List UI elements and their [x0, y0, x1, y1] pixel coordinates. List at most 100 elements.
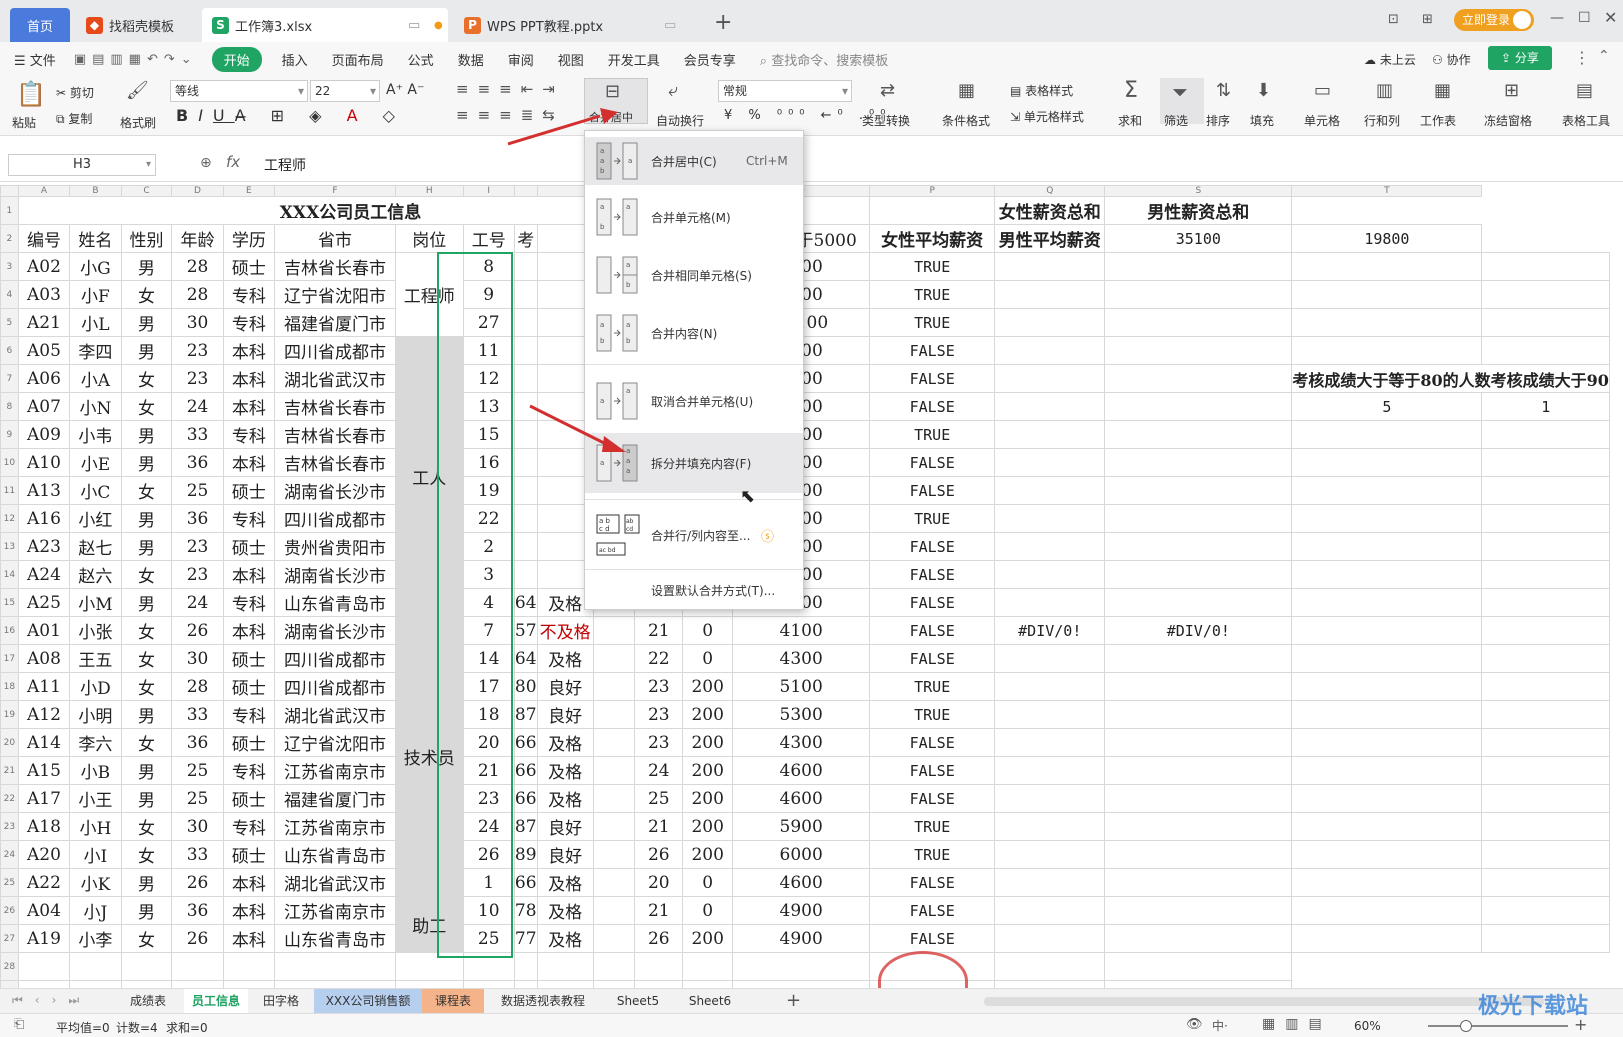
cell[interactable]: FALSE — [869, 896, 996, 925]
cell[interactable]: 24 — [171, 392, 224, 421]
cell[interactable] — [171, 952, 224, 981]
cell[interactable]: 22 — [634, 644, 684, 673]
row-header[interactable]: 28 — [0, 952, 19, 981]
cell[interactable] — [513, 952, 538, 981]
cell[interactable]: TRUE — [869, 280, 996, 309]
column-header[interactable]: S — [1104, 185, 1293, 197]
female-sum-value[interactable]: 35100 — [1104, 224, 1293, 253]
menu-view[interactable]: 视图 — [546, 50, 596, 69]
number-format-select[interactable]: 常规 ▾ — [718, 80, 852, 102]
row-header[interactable]: 17 — [0, 644, 19, 673]
cell[interactable]: 及格 — [536, 868, 594, 897]
cell[interactable] — [1104, 756, 1293, 785]
cell[interactable] — [1291, 756, 1483, 785]
exam-value-2[interactable]: 1 — [1481, 392, 1610, 421]
cell[interactable]: TRUE — [869, 420, 996, 449]
cell[interactable] — [120, 980, 173, 988]
cell[interactable]: 3 — [462, 560, 515, 589]
cell[interactable]: 17 — [462, 672, 515, 701]
cell[interactable]: 200 — [682, 812, 734, 841]
cell[interactable] — [1481, 308, 1610, 337]
cell[interactable]: 小张 — [69, 616, 122, 645]
cell[interactable]: 0 — [682, 616, 734, 645]
type-convert-icon[interactable]: ⇄ — [880, 80, 895, 101]
cell[interactable] — [1104, 392, 1293, 421]
cell[interactable]: 5900 — [732, 812, 871, 841]
cell[interactable]: 四川省成都市 — [274, 336, 396, 365]
cell[interactable]: FALSE — [869, 532, 996, 561]
cell[interactable]: 9 — [462, 280, 515, 309]
cell[interactable] — [1291, 812, 1483, 841]
cell[interactable]: TRUE — [869, 504, 996, 533]
cell[interactable] — [1104, 812, 1293, 841]
cell[interactable] — [69, 980, 122, 988]
column-header[interactable]: T — [1291, 185, 1483, 197]
cell[interactable] — [513, 448, 538, 477]
cell[interactable]: 5100 — [732, 672, 871, 701]
column-header[interactable]: F — [274, 185, 396, 197]
cell[interactable] — [513, 364, 538, 393]
zoom-level[interactable]: 60% — [1354, 1019, 1381, 1033]
sheet-tab[interactable]: Sheet6 — [674, 989, 746, 1014]
female-avg-header[interactable]: 女性平均薪资 — [869, 224, 996, 253]
cell[interactable] — [513, 532, 538, 561]
table-tool-button[interactable]: 表格工具 — [1562, 112, 1610, 129]
cell[interactable]: 硕士 — [222, 476, 276, 505]
command-search[interactable]: ⌕ 查找命令、搜索模板 — [748, 50, 900, 69]
cell[interactable]: 11 — [462, 336, 515, 365]
column-title-cell[interactable]: 年龄 — [171, 224, 224, 253]
cell[interactable] — [513, 336, 538, 365]
cell[interactable]: 良好 — [536, 812, 594, 841]
cell[interactable] — [869, 196, 996, 225]
cell[interactable]: 26 — [462, 840, 515, 869]
cell[interactable]: 女 — [120, 392, 173, 421]
cell[interactable] — [1291, 532, 1483, 561]
cell[interactable]: 25 — [171, 476, 224, 505]
row-header[interactable]: 6 — [0, 336, 19, 365]
cell[interactable]: 14 — [462, 644, 515, 673]
cell[interactable]: 36 — [171, 504, 224, 533]
cell[interactable] — [994, 560, 1106, 589]
share-button[interactable]: ⇪ 分享 — [1488, 46, 1552, 70]
cell[interactable]: 12 — [462, 364, 515, 393]
cell[interactable]: 200 — [682, 700, 734, 729]
cell[interactable]: 4600 — [732, 868, 871, 897]
cell[interactable]: 16 — [462, 448, 515, 477]
menu-formula[interactable]: 公式 — [396, 50, 446, 69]
cell[interactable] — [1291, 840, 1483, 869]
cell[interactable]: 28 — [171, 252, 224, 281]
cell[interactable]: FALSE — [869, 560, 996, 589]
copy-button[interactable]: ⧉ 复制 — [56, 110, 92, 127]
column-header[interactable]: A — [17, 185, 71, 197]
cell[interactable]: 本科 — [222, 336, 276, 365]
cell[interactable] — [1104, 560, 1293, 589]
cell[interactable]: 66 — [513, 784, 538, 813]
menu-member[interactable]: 会员专享 — [672, 50, 748, 69]
cell[interactable] — [17, 952, 71, 981]
cell[interactable] — [592, 616, 636, 645]
cell[interactable] — [1291, 644, 1483, 673]
column-title-cell[interactable]: 省市 — [274, 224, 396, 253]
freeze-panes-icon[interactable]: ⊞ — [1504, 80, 1519, 101]
cell[interactable]: 男 — [120, 868, 173, 897]
minimize-icon[interactable]: — — [1550, 10, 1564, 26]
cell[interactable]: FALSE — [869, 756, 996, 785]
row-header[interactable]: 25 — [0, 868, 19, 897]
cell[interactable]: 吉林省长春市 — [274, 252, 396, 281]
cell[interactable]: 小明 — [69, 700, 122, 729]
cell[interactable] — [994, 336, 1106, 365]
cell[interactable]: 赵六 — [69, 560, 122, 589]
cell[interactable] — [1481, 448, 1610, 477]
cell[interactable] — [462, 980, 515, 988]
cell[interactable]: 小I — [69, 840, 122, 869]
cell[interactable] — [513, 476, 538, 505]
format-painter-icon[interactable]: 🖌 — [126, 80, 149, 101]
row-header[interactable]: 4 — [0, 280, 19, 309]
cell[interactable]: 200 — [682, 784, 734, 813]
menu-merge-same[interactable]: ab 合并相同单元格(S) — [585, 251, 803, 299]
worksheet-button[interactable]: 工作表 — [1420, 112, 1456, 129]
row-header[interactable]: 13 — [0, 532, 19, 561]
cell[interactable]: 200 — [682, 840, 734, 869]
cell[interactable] — [592, 896, 636, 925]
cell[interactable]: 福建省厦门市 — [274, 784, 396, 813]
